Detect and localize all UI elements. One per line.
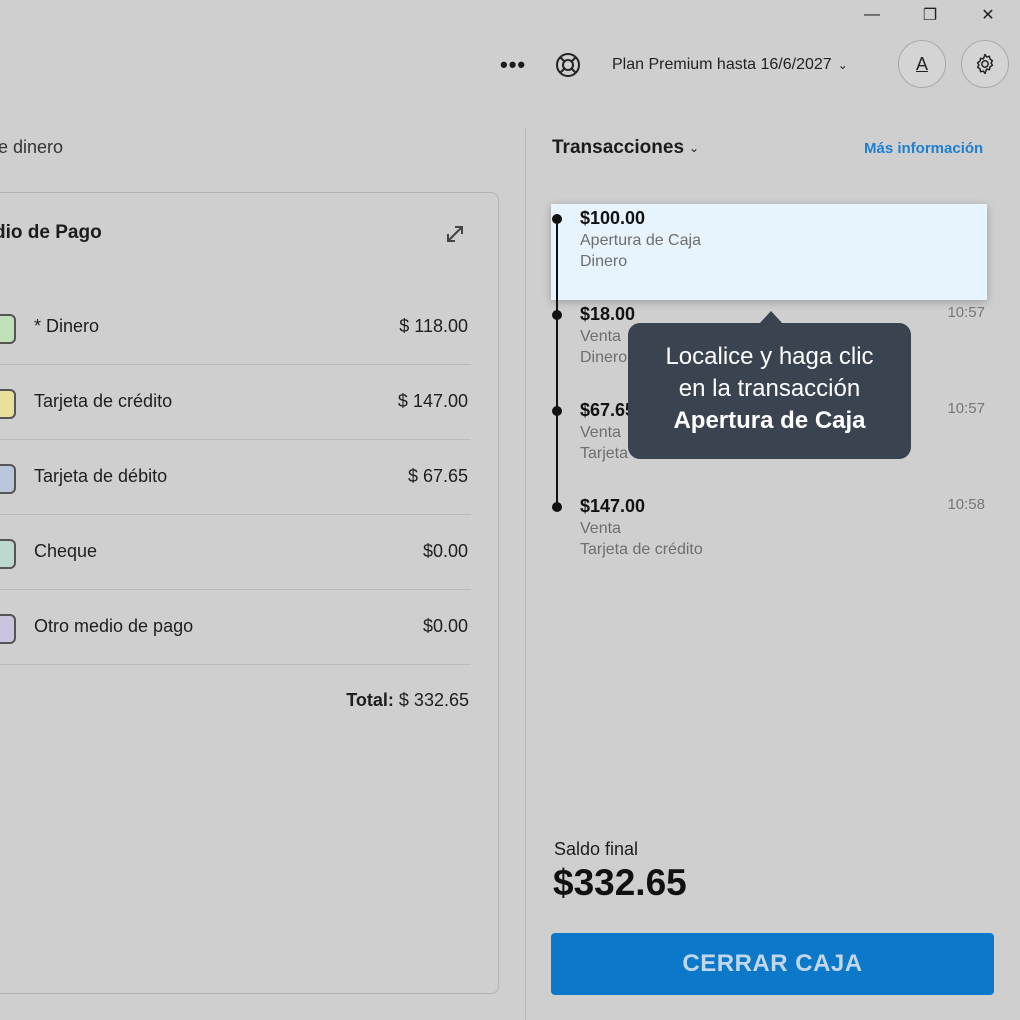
- payment-method-row[interactable]: Tarjeta de débito $ 67.65: [0, 440, 471, 515]
- payment-method-name: Tarjeta de débito: [34, 466, 168, 486]
- transaction-type: Venta: [580, 520, 621, 537]
- settings-button[interactable]: [961, 40, 1009, 88]
- final-balance-value: $332.65: [553, 862, 687, 903]
- transaction-type: Venta: [580, 424, 621, 441]
- transaction-time: 10:57: [947, 304, 985, 321]
- transactions-header: Transacciones: [552, 137, 685, 158]
- expand-button[interactable]: [442, 221, 468, 247]
- total: Total: $ 332.65: [346, 690, 469, 711]
- plan-label: Plan Premium hasta 16/6/2027: [612, 56, 832, 73]
- tooltip-line: Localice y haga clic: [665, 343, 874, 370]
- payment-method-row[interactable]: * Dinero $ 118.00: [0, 290, 471, 365]
- credit-card-icon: [0, 389, 16, 419]
- close-register-button[interactable]: CERRAR CAJA: [551, 933, 994, 995]
- debit-card-icon: [0, 464, 16, 494]
- card-title: dio de Pago: [0, 222, 102, 243]
- chevron-down-icon: ⌄: [689, 141, 700, 155]
- transaction-time: 10:57: [947, 400, 985, 417]
- tooltip-line: en la transacción: [678, 375, 861, 402]
- plan-dropdown[interactable]: Plan Premium hasta 16/6/2027 ⌄: [612, 56, 848, 74]
- account-letter: A: [915, 53, 928, 74]
- transaction-type: Apertura de Caja: [580, 232, 701, 249]
- transaction-item[interactable]: $147.00 Venta Tarjeta de crédito 10:58: [551, 492, 987, 588]
- total-label: Total:: [346, 690, 394, 710]
- cash-icon: [0, 314, 16, 344]
- other-payment-icon: [0, 614, 16, 644]
- payment-method-name: Cheque: [34, 541, 98, 561]
- expand-icon: [447, 226, 463, 242]
- help-icon: [556, 53, 580, 77]
- transactions-dropdown[interactable]: Transacciones ⌄: [552, 137, 699, 159]
- payment-method-amount: $0.00: [422, 616, 468, 636]
- gear-icon: [976, 53, 994, 75]
- payment-method-amount: $0.00: [422, 541, 468, 561]
- final-balance-label: Saldo final: [554, 839, 639, 859]
- panel-divider: [525, 128, 526, 1020]
- timeline-dot: [552, 502, 562, 512]
- transaction-amount: $147.00: [580, 496, 646, 516]
- transaction-time: 10:58: [947, 496, 985, 513]
- timeline-dot: [552, 406, 562, 416]
- payment-method-name: * Dinero: [34, 316, 100, 336]
- restore-button[interactable]: ❐: [915, 4, 945, 26]
- payment-method-amount: $ 147.00: [397, 391, 468, 411]
- payment-method-row[interactable]: Otro medio de pago $0.00: [0, 590, 471, 665]
- check-icon: [0, 539, 16, 569]
- payment-method-name: Otro medio de pago: [34, 616, 194, 636]
- more-options-button[interactable]: •••: [500, 52, 526, 78]
- section-title: e dinero: [0, 137, 64, 157]
- help-button[interactable]: [553, 50, 583, 80]
- more-icon: •••: [500, 52, 527, 77]
- more-info-link[interactable]: Más información: [864, 140, 983, 157]
- total-value: $ 332.65: [398, 690, 469, 710]
- chevron-down-icon: ⌄: [837, 58, 848, 72]
- transaction-method: Dinero: [580, 349, 628, 366]
- window-close-button[interactable]: ✕: [973, 4, 1003, 26]
- account-button[interactable]: A: [898, 40, 946, 88]
- timeline-dot: [552, 310, 562, 320]
- transaction-method: Dinero: [580, 253, 628, 270]
- transaction-item[interactable]: $100.00 Apertura de Caja Dinero: [551, 204, 987, 300]
- payment-method-amount: $ 67.65: [407, 466, 468, 486]
- payment-method-row[interactable]: Cheque $0.00: [0, 515, 471, 590]
- payment-method-name: Tarjeta de crédito: [34, 391, 173, 411]
- tooltip-target-name: Apertura de Caja: [673, 407, 866, 434]
- guide-tooltip: Localice y haga clic en la transacción A…: [628, 311, 911, 459]
- payment-method-row[interactable]: Tarjeta de crédito $ 147.00: [0, 365, 471, 440]
- tooltip-arrow: [759, 311, 783, 324]
- minimize-button[interactable]: —: [857, 4, 887, 26]
- transaction-amount: $18.00: [580, 304, 636, 324]
- transaction-amount: $100.00: [580, 208, 646, 228]
- transaction-type: Venta: [580, 328, 621, 345]
- payment-method-amount: $ 118.00: [399, 316, 468, 336]
- transaction-method: Tarjeta de crédito: [580, 541, 703, 558]
- transaction-amount: $67.65: [580, 400, 636, 420]
